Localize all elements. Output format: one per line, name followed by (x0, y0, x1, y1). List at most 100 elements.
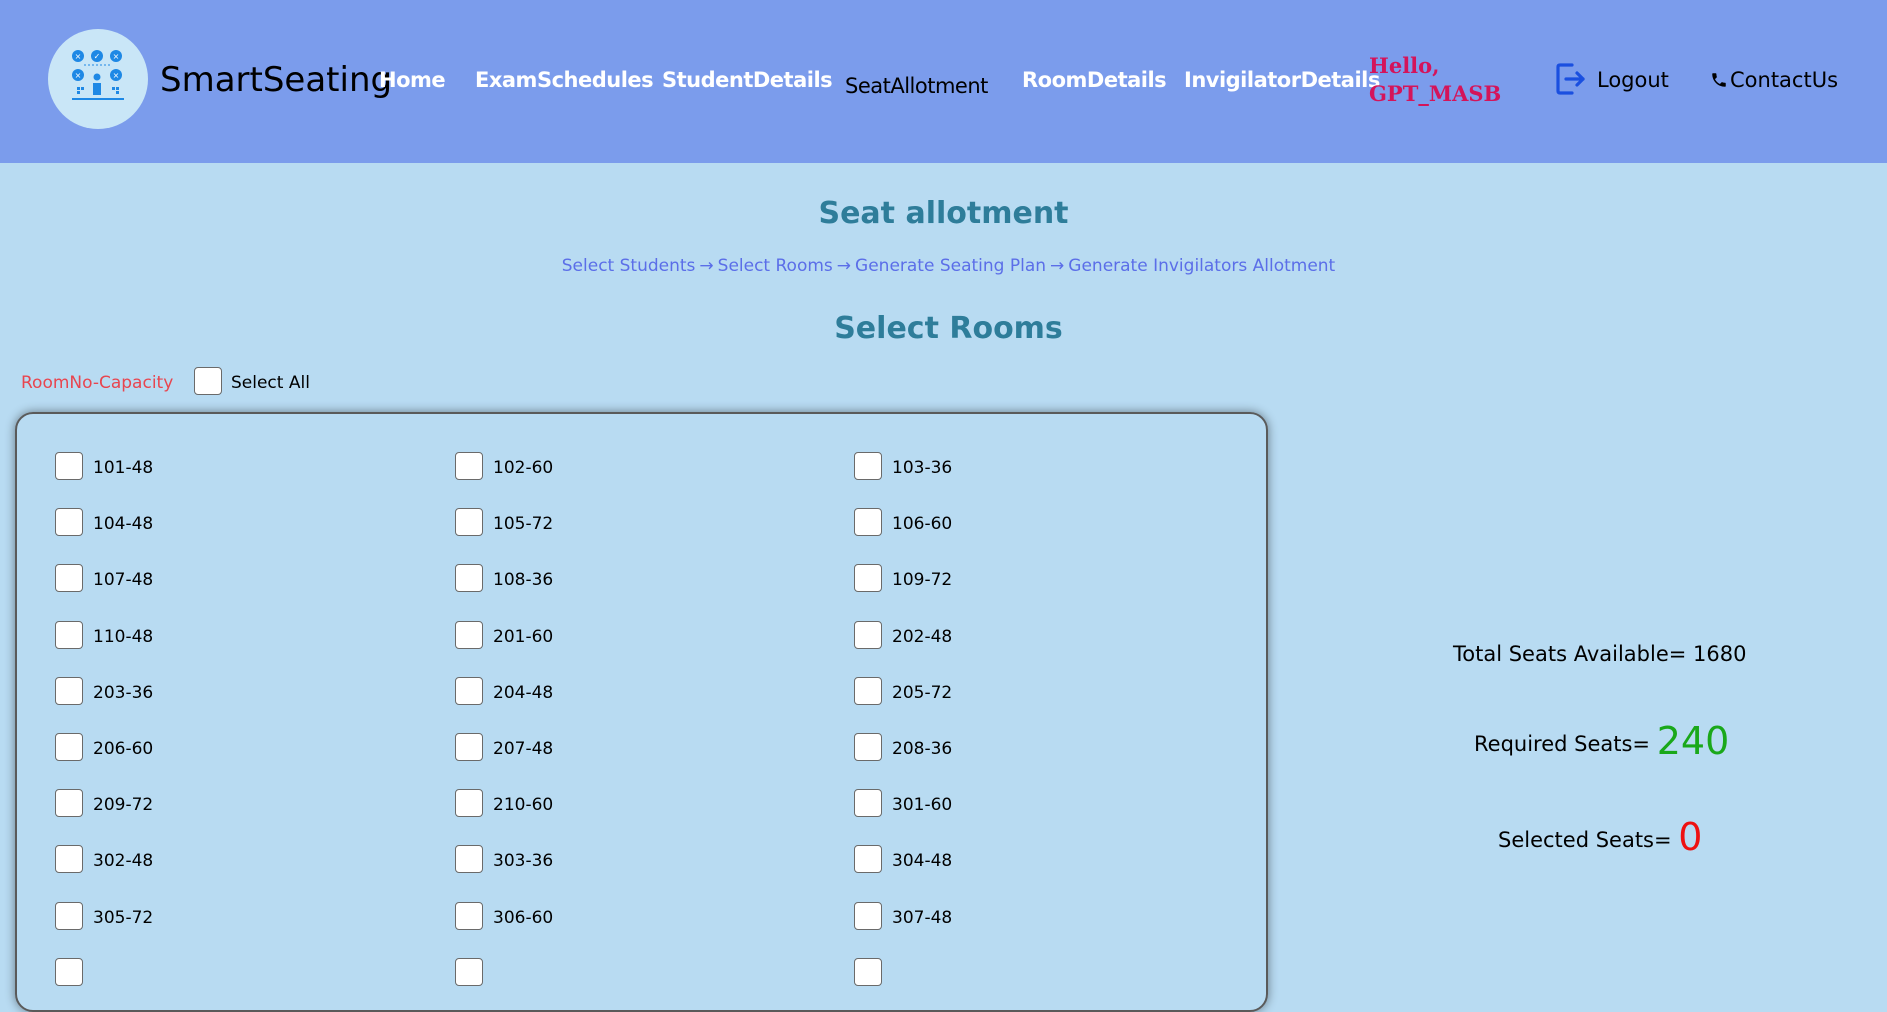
room-checkbox[interactable] (55, 564, 83, 592)
room-option[interactable]: 305-72 (55, 902, 355, 932)
room-checkbox[interactable] (854, 452, 882, 480)
room-label: 203-36 (93, 683, 154, 703)
room-option[interactable]: 105-72 (455, 508, 755, 538)
room-option[interactable]: 206-60 (55, 733, 355, 763)
room-checkbox[interactable] (455, 508, 483, 536)
step-generate-seating-plan[interactable]: Generate Seating Plan (855, 256, 1046, 276)
room-checkbox[interactable] (55, 789, 83, 817)
room-checkbox[interactable] (455, 452, 483, 480)
room-checkbox[interactable] (854, 902, 882, 930)
select-all-checkbox[interactable] (194, 367, 222, 395)
room-checkbox[interactable] (55, 733, 83, 761)
room-option[interactable]: 102-60 (455, 452, 755, 482)
room-checkbox[interactable] (455, 733, 483, 761)
room-option[interactable]: 103-36 (854, 452, 1154, 482)
room-option[interactable]: 210-60 (455, 789, 755, 819)
room-checkbox[interactable] (854, 508, 882, 536)
room-option[interactable]: 303-36 (455, 845, 755, 875)
nav-room-details[interactable]: RoomDetails (1022, 68, 1167, 92)
room-checkbox[interactable] (55, 902, 83, 930)
room-checkbox[interactable] (455, 789, 483, 817)
room-option[interactable]: 207-48 (455, 733, 755, 763)
selected-seats-value: 0 (1678, 815, 1703, 859)
room-checkbox[interactable] (55, 452, 83, 480)
room-option[interactable]: 107-48 (55, 564, 355, 594)
svg-text:✓: ✓ (94, 52, 101, 61)
phone-icon (1710, 68, 1730, 92)
logo[interactable]: × ✓ × × × (48, 29, 148, 129)
room-option[interactable]: 203-36 (55, 677, 355, 707)
room-checkbox[interactable] (455, 958, 483, 986)
room-checkbox[interactable] (854, 733, 882, 761)
room-option[interactable]: 101-48 (55, 452, 355, 482)
breadcrumb: Select Students → Select Rooms → Generate Se… (0, 256, 1887, 276)
step-select-rooms[interactable]: Select Rooms (718, 256, 833, 276)
nav-seat-allotment[interactable]: SeatAllotment (845, 74, 988, 98)
brand-name[interactable]: SmartSeating (160, 60, 392, 100)
room-option[interactable]: 208-36 (854, 733, 1154, 763)
contact-us-label: ContactUs (1730, 68, 1839, 92)
nav-student-details[interactable]: StudentDetails (662, 68, 833, 92)
room-checkbox[interactable] (854, 677, 882, 705)
contact-us-link[interactable]: ContactUs (1710, 68, 1838, 92)
room-checkbox[interactable] (455, 845, 483, 873)
room-label: 207-48 (493, 739, 554, 759)
room-label: 108-36 (493, 570, 554, 590)
section-title: Select Rooms (834, 311, 1063, 346)
room-option[interactable]: 108-36 (455, 564, 755, 594)
selected-seats: Selected Seats= 0 (1498, 815, 1702, 859)
room-option[interactable]: 209-72 (55, 789, 355, 819)
nav-invigilator-details[interactable]: InvigilatorDetails (1184, 68, 1380, 92)
required-seats-label: Required Seats= (1474, 732, 1651, 756)
room-checkbox[interactable] (854, 564, 882, 592)
room-label: 304-48 (892, 851, 953, 871)
room-option[interactable]: 109-72 (854, 564, 1154, 594)
room-label: 105-72 (493, 514, 554, 534)
room-checkbox[interactable] (55, 845, 83, 873)
room-checkbox[interactable] (55, 621, 83, 649)
nav-exam-schedules[interactable]: ExamSchedules (475, 68, 654, 92)
room-label: 307-48 (892, 908, 953, 928)
room-checkbox[interactable] (455, 564, 483, 592)
required-seats: Required Seats= 240 (1474, 719, 1729, 763)
room-checkbox[interactable] (854, 845, 882, 873)
room-option[interactable]: 201-60 (455, 621, 755, 651)
room-checkbox[interactable] (854, 789, 882, 817)
room-label: 209-72 (93, 795, 154, 815)
username: GPT_MASB (1369, 81, 1502, 106)
room-option[interactable]: 106-60 (854, 508, 1154, 538)
room-checkbox[interactable] (55, 958, 83, 986)
selected-seats-label: Selected Seats= (1498, 828, 1672, 852)
select-all-label: Select All (231, 373, 310, 393)
page-title: Seat allotment (818, 196, 1069, 231)
room-option[interactable]: 301-60 (854, 789, 1154, 819)
room-option[interactable]: 306-60 (455, 902, 755, 932)
room-option[interactable]: 204-48 (455, 677, 755, 707)
step-generate-invigilators-allotment[interactable]: Generate Invigilators Allotment (1068, 256, 1335, 276)
svg-text:×: × (113, 52, 120, 61)
room-option[interactable]: 110-48 (55, 621, 355, 651)
room-option[interactable]: 205-72 (854, 677, 1154, 707)
room-checkbox[interactable] (455, 621, 483, 649)
room-option[interactable]: 307-48 (854, 902, 1154, 932)
room-label: 202-48 (892, 627, 953, 647)
room-checkbox[interactable] (854, 621, 882, 649)
room-checkbox[interactable] (455, 677, 483, 705)
room-checkbox[interactable] (55, 508, 83, 536)
svg-text:×: × (113, 71, 120, 80)
nav-home[interactable]: Home (379, 68, 446, 92)
navbar: × ✓ × × × SmartSeating Home ExamSchedule… (0, 0, 1887, 163)
room-label: 101-48 (93, 458, 154, 478)
room-label: 107-48 (93, 570, 154, 590)
room-checkbox[interactable] (455, 902, 483, 930)
room-label: 104-48 (93, 514, 154, 534)
room-option[interactable]: 202-48 (854, 621, 1154, 651)
room-label: 110-48 (93, 627, 154, 647)
room-option[interactable]: 302-48 (55, 845, 355, 875)
room-option[interactable]: 304-48 (854, 845, 1154, 875)
room-option[interactable]: 104-48 (55, 508, 355, 538)
step-select-students[interactable]: Select Students (562, 256, 696, 276)
room-label: 303-36 (493, 851, 554, 871)
room-checkbox[interactable] (55, 677, 83, 705)
room-checkbox[interactable] (854, 958, 882, 986)
